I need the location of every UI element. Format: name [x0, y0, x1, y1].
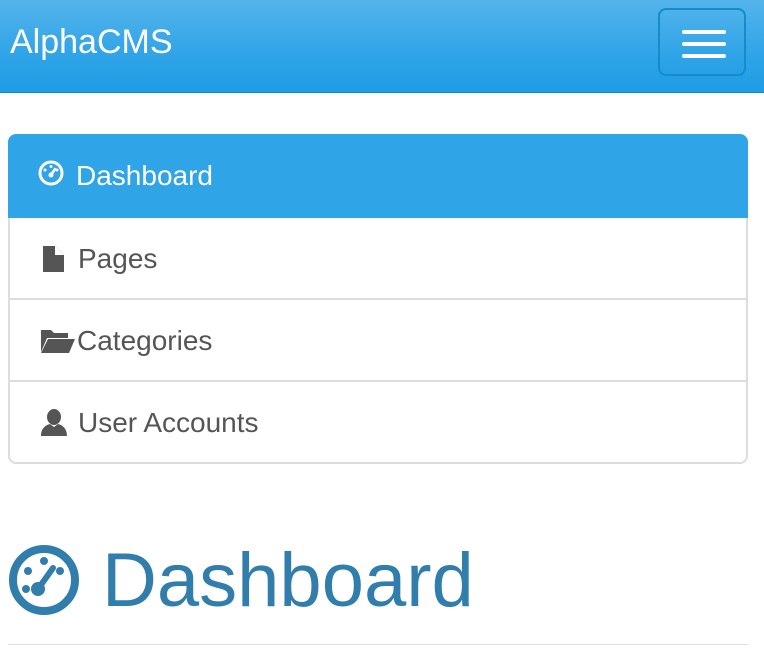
sidebar-item-label: Pages — [78, 243, 158, 274]
user-icon — [40, 408, 72, 438]
sidebar-nav: Dashboard Pages Categories User Accounts — [8, 134, 748, 464]
file-icon — [40, 244, 72, 274]
sidebar-item-user-accounts[interactable]: User Accounts — [8, 382, 748, 464]
folder-open-icon — [40, 326, 75, 356]
sidebar-item-label: User Accounts — [78, 407, 259, 438]
sidebar-item-categories[interactable]: Categories — [8, 300, 748, 382]
sidebar-item-dashboard[interactable]: Dashboard — [8, 134, 748, 218]
hamburger-bar — [682, 42, 726, 46]
sidebar-item-label: Dashboard — [76, 160, 213, 191]
sidebar-item-pages[interactable]: Pages — [8, 218, 748, 300]
brand-link[interactable]: AlphaCMS — [10, 20, 173, 64]
sidebar-item-label: Categories — [77, 325, 213, 356]
page-title-text: Dashboard — [102, 538, 474, 623]
hamburger-menu-icon — [682, 30, 726, 34]
navbar-toggle-button[interactable] — [658, 8, 746, 76]
hamburger-bar — [682, 54, 726, 58]
navbar: AlphaCMS — [0, 0, 764, 93]
dashboard-icon — [38, 160, 70, 190]
dashboard-icon — [8, 544, 80, 616]
divider — [8, 644, 748, 645]
